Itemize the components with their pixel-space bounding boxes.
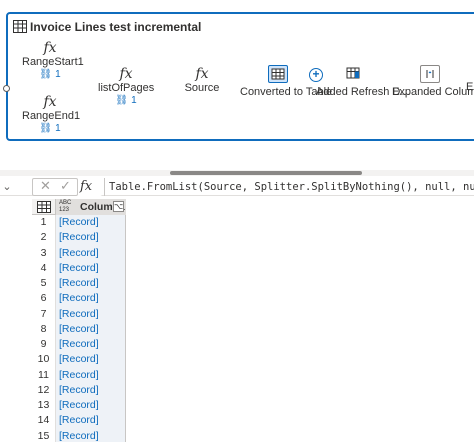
link-icon: ⛓ <box>39 123 53 134</box>
table-row[interactable]: 11 [Record] <box>32 367 126 383</box>
fx-icon[interactable]: fx <box>80 178 92 196</box>
table-row[interactable]: 9 [Record] <box>32 337 126 353</box>
connection-port[interactable] <box>3 85 10 92</box>
node-label: RangeStart1 <box>22 56 84 68</box>
table-row[interactable]: 5 [Record] <box>32 276 126 292</box>
row-number[interactable]: 13 <box>32 398 56 414</box>
node-label: RangeEnd1 <box>22 110 81 122</box>
step-label: Converted to Table <box>240 86 333 98</box>
formula-input[interactable]: Table.FromList(Source, Splitter.SplitByN… <box>104 178 474 196</box>
row-number[interactable]: 3 <box>32 245 56 261</box>
table-row[interactable]: 12 [Record] <box>32 382 126 398</box>
step-label: Added Refresh D... <box>316 86 410 98</box>
step-converted-to-table[interactable]: Converted to Table <box>240 65 333 99</box>
record-link[interactable]: [Record] <box>56 352 126 368</box>
fx-icon: fx <box>195 66 209 82</box>
add-column-step-icon <box>344 65 364 83</box>
table-icon <box>13 20 27 33</box>
node-link[interactable]: ⛓ 1 <box>98 95 154 107</box>
record-link[interactable]: [Record] <box>56 260 126 276</box>
link-icon: ⛓ <box>115 95 129 106</box>
grid-header: ABC 123 Column1 ⌥ <box>32 199 126 215</box>
node-link[interactable]: ⛓ 1 <box>22 123 78 135</box>
step-added-refresh[interactable]: Added Refresh D... <box>316 65 410 99</box>
table-row[interactable]: 6 [Record] <box>32 291 126 307</box>
table-row[interactable]: 8 [Record] <box>32 321 126 337</box>
record-link[interactable]: [Record] <box>56 215 126 231</box>
record-link[interactable]: [Record] <box>56 306 126 322</box>
table-row[interactable]: 13 [Record] <box>32 398 126 414</box>
table-icon <box>37 201 51 213</box>
expand-column-icon[interactable]: ⌥ <box>113 201 124 212</box>
record-link[interactable]: [Record] <box>56 245 126 261</box>
grid-body: 1 [Record] 2 [Record] 3 [Record] 4 [Record] 5 [Re… <box>32 215 126 442</box>
row-number[interactable]: 2 <box>32 230 56 246</box>
link-icon: ⛓ <box>39 69 53 80</box>
row-number[interactable]: 12 <box>32 382 56 398</box>
record-link[interactable]: [Record] <box>56 276 126 292</box>
fx-icon: fx <box>43 94 57 110</box>
formula-bar: ⌄ ✕ ✓ fx Table.FromList(Source, Splitter… <box>0 178 474 196</box>
row-number[interactable]: 10 <box>32 352 56 368</box>
record-link[interactable]: [Record] <box>56 413 126 429</box>
record-link[interactable]: [Record] <box>56 230 126 246</box>
table-step-icon <box>268 65 288 83</box>
column-header[interactable]: ABC 123 Column1 ⌥ <box>56 199 126 215</box>
table-row[interactable]: 7 [Record] <box>32 306 126 322</box>
table-row[interactable]: 10 [Record] <box>32 352 126 368</box>
row-number[interactable]: 5 <box>32 276 56 292</box>
row-number[interactable]: 6 <box>32 291 56 307</box>
row-number[interactable]: 15 <box>32 428 56 442</box>
step-next[interactable]: E <box>466 81 474 94</box>
node-range-end[interactable]: fx RangeEnd1 ⛓ 1 <box>22 94 81 135</box>
record-link[interactable]: [Record] <box>56 321 126 337</box>
record-link[interactable]: [Record] <box>56 337 126 353</box>
node-label: listOfPages <box>98 82 155 94</box>
row-number[interactable]: 9 <box>32 337 56 353</box>
table-row[interactable]: 14 [Record] <box>32 413 126 429</box>
node-range-start[interactable]: fx RangeStart1 ⛓ 1 <box>22 40 84 81</box>
step-label: E <box>466 81 474 93</box>
row-number[interactable]: 8 <box>32 321 56 337</box>
step-label: Expanded Colum... <box>392 86 474 98</box>
table-row[interactable]: 2 [Record] <box>32 230 126 246</box>
table-row[interactable]: 15 [Record] <box>32 428 126 442</box>
row-number[interactable]: 4 <box>32 260 56 276</box>
chevron-down-icon[interactable]: ⌄ <box>0 178 14 196</box>
record-link[interactable]: [Record] <box>56 428 126 442</box>
step-label: Source <box>184 82 220 94</box>
query-diagram[interactable]: Invoice Lines test incremental fx RangeS… <box>0 0 474 176</box>
record-link[interactable]: [Record] <box>56 367 126 383</box>
row-number[interactable]: 11 <box>32 367 56 383</box>
query-title: Invoice Lines test incremental <box>30 20 202 34</box>
node-link[interactable]: ⛓ 1 <box>22 69 78 81</box>
table-row[interactable]: 1 [Record] <box>32 215 126 231</box>
fx-icon: fx <box>119 66 133 82</box>
row-number[interactable]: 14 <box>32 413 56 429</box>
expand-column-step-icon <box>420 65 440 83</box>
node-list-of-pages[interactable]: fx listOfPages ⛓ 1 <box>98 66 154 107</box>
record-link[interactable]: [Record] <box>56 291 126 307</box>
select-all-cell[interactable] <box>32 199 56 215</box>
row-number[interactable]: 1 <box>32 215 56 231</box>
table-row[interactable]: 4 [Record] <box>32 260 126 276</box>
step-source[interactable]: fx Source <box>176 66 228 95</box>
record-link[interactable]: [Record] <box>56 382 126 398</box>
formula-cancel-commit-box <box>32 178 78 196</box>
fx-icon: fx <box>43 40 57 56</box>
data-grid[interactable]: ABC 123 Column1 ⌥ 1 [Record] 2 [Record] 3 [Re… <box>32 199 126 442</box>
column-type-icon[interactable]: ABC 123 <box>59 200 71 214</box>
scrollbar-thumb[interactable] <box>170 171 362 175</box>
record-link[interactable]: [Record] <box>56 398 126 414</box>
step-expanded-column[interactable]: Expanded Colum... <box>392 65 474 99</box>
table-row[interactable]: 3 [Record] <box>32 245 126 261</box>
row-number[interactable]: 7 <box>32 306 56 322</box>
